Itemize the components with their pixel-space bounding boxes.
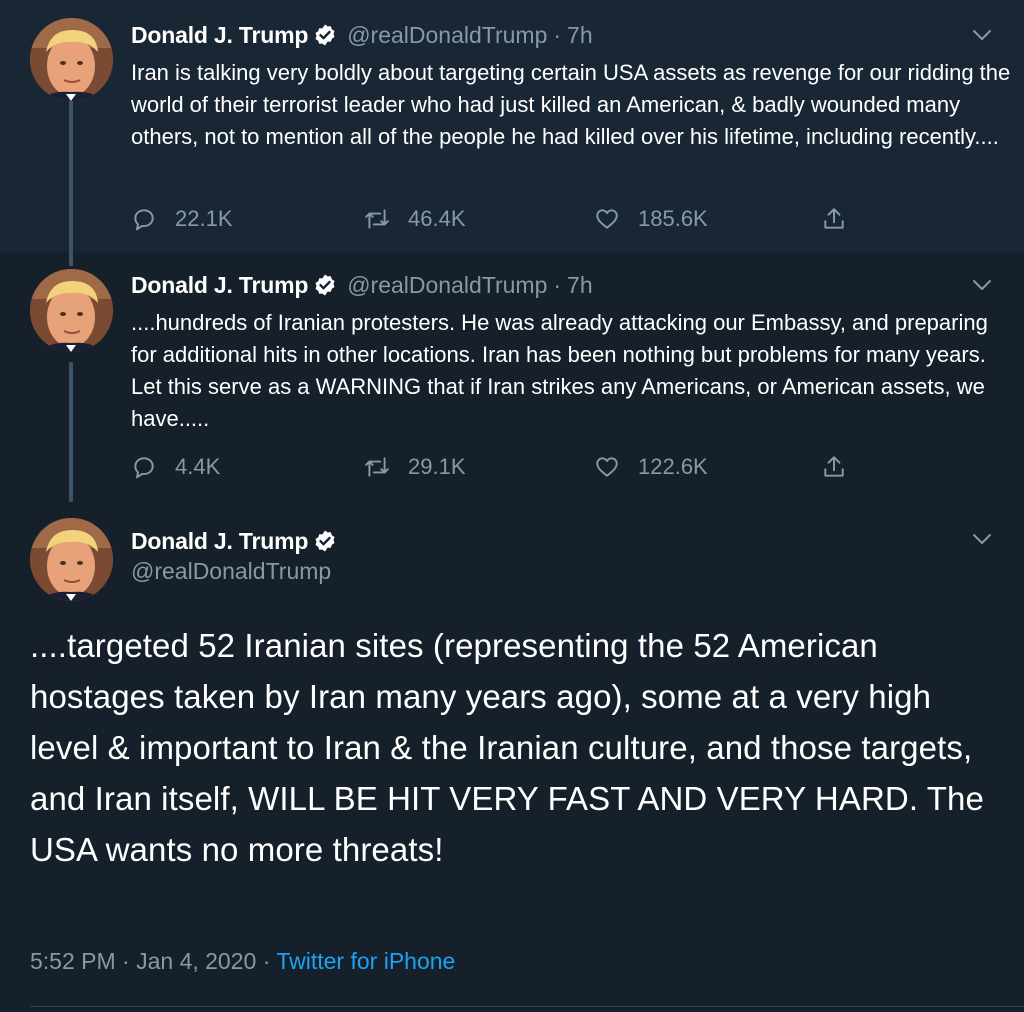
retweet-button[interactable]: 29.1K [364, 450, 466, 484]
reply-button[interactable]: 22.1K [131, 202, 233, 236]
share-button[interactable] [821, 202, 865, 236]
author-name[interactable]: Donald J. Trump [131, 272, 308, 299]
tweet-text: ....targeted 52 Iranian sites (represent… [30, 627, 984, 868]
tweet-header: Donald J. Trump @realDonaldTrump · 7h [131, 270, 994, 300]
retweet-icon [365, 457, 389, 477]
avatar-image [30, 269, 113, 352]
avatar[interactable] [30, 518, 113, 601]
avatar[interactable] [30, 269, 113, 352]
reply-count: 4.4K [175, 454, 221, 479]
tweet-thread: Donald J. Trump @realDonaldTrump · 7h Ir… [0, 0, 1024, 1012]
heart-icon [596, 209, 618, 229]
like-button[interactable]: 122.6K [594, 450, 708, 484]
verified-badge-icon [315, 274, 335, 296]
like-count: 185.6K [638, 206, 708, 231]
tweet-meta: 5:52 PM · Jan 4, 2020 · Twitter for iPho… [30, 948, 455, 975]
share-icon [824, 456, 844, 477]
reply-icon [134, 457, 154, 479]
tweet-time[interactable]: 7h [567, 272, 593, 299]
avatar[interactable] [30, 18, 113, 101]
author-name[interactable]: Donald J. Trump [131, 528, 308, 555]
tweet-1[interactable]: Donald J. Trump @realDonaldTrump · 7h Ir… [0, 0, 1024, 252]
retweet-count: 29.1K [408, 454, 466, 479]
retweet-icon [365, 209, 389, 229]
divider [30, 1006, 1024, 1007]
thread-line [69, 100, 73, 252]
avatar-image [30, 18, 113, 101]
tweet-header: Donald J. Trump [131, 526, 994, 556]
separator: · [553, 271, 562, 298]
tweet-2[interactable]: Donald J. Trump @realDonaldTrump · 7h ..… [0, 252, 1024, 502]
author-handle[interactable]: @realDonaldTrump [347, 22, 547, 49]
author-name[interactable]: Donald J. Trump [131, 22, 308, 49]
retweet-count: 46.4K [408, 206, 466, 231]
like-count: 122.6K [638, 454, 708, 479]
verified-badge-icon [315, 530, 335, 552]
chevron-down-icon[interactable] [972, 28, 992, 42]
heart-icon [596, 457, 618, 477]
author-handle[interactable]: @realDonaldTrump [131, 558, 331, 585]
separator: · [553, 21, 562, 48]
reply-button[interactable]: 4.4K [131, 450, 220, 484]
share-icon [824, 208, 844, 229]
tweet-source-link[interactable]: Twitter for iPhone [276, 948, 455, 974]
tweet-actions: 4.4K 29.1K 122.6K [131, 450, 851, 484]
tweet-text: Iran is talking very boldly about target… [131, 60, 1011, 149]
tweet-actions: 22.1K 46.4K 185.6K [131, 202, 851, 236]
chevron-down-icon[interactable] [972, 532, 992, 546]
tweet-header: Donald J. Trump @realDonaldTrump · 7h [131, 20, 994, 50]
retweet-button[interactable]: 46.4K [364, 202, 466, 236]
separator: · [262, 948, 271, 974]
share-button[interactable] [821, 450, 865, 484]
tweet-timestamp[interactable]: 5:52 PM · Jan 4, 2020 [30, 948, 256, 974]
reply-icon [134, 209, 154, 231]
avatar-image [30, 518, 113, 601]
chevron-down-icon[interactable] [972, 278, 992, 292]
thread-line [69, 252, 73, 266]
thread-line [69, 362, 73, 502]
like-button[interactable]: 185.6K [594, 202, 708, 236]
author-handle[interactable]: @realDonaldTrump [347, 272, 547, 299]
focused-tweet: Donald J. Trump @realDonaldTrump ....tar… [0, 502, 1024, 1012]
reply-count: 22.1K [175, 206, 233, 231]
tweet-text: ....hundreds of Iranian protesters. He w… [131, 310, 988, 431]
verified-badge-icon [315, 24, 335, 46]
tweet-time[interactable]: 7h [567, 22, 593, 49]
